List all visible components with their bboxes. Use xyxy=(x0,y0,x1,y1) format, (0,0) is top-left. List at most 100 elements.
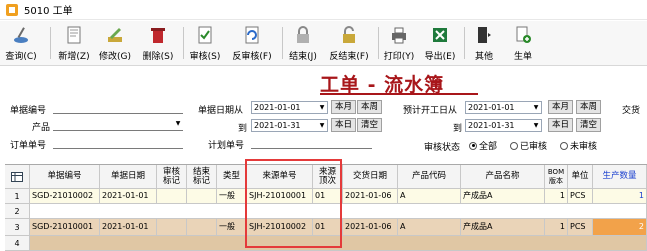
row-number[interactable]: 2 xyxy=(5,204,30,219)
row-number[interactable]: 3 xyxy=(5,219,30,236)
col-header-qty[interactable]: 生产数量 xyxy=(593,165,647,189)
table-cell[interactable] xyxy=(157,219,187,236)
table-cell[interactable] xyxy=(187,219,217,236)
query-icon xyxy=(14,27,28,43)
radio-selected-icon xyxy=(469,141,477,150)
audit-status-label: 审核状态 xyxy=(424,143,461,153)
close-order-button[interactable]: 结束(J) xyxy=(286,23,320,63)
doc-date-clear-button[interactable]: 清空 xyxy=(357,118,383,132)
toolbar-separator xyxy=(50,27,51,59)
approve-button[interactable]: 审核(S) xyxy=(188,23,222,63)
grid-corner[interactable] xyxy=(5,165,30,189)
doc-date-this-month-button[interactable]: 本月 xyxy=(331,100,357,114)
chevron-down-icon: ▼ xyxy=(317,120,327,131)
table-cell[interactable]: SGD-21010001 xyxy=(30,219,100,236)
table-cell[interactable]: SGD-21010002 xyxy=(30,189,100,204)
doc-no-label: 单据编号 xyxy=(10,106,47,116)
table-cell[interactable]: 2021-01-01 xyxy=(100,189,157,204)
doc-date-this-week-button[interactable]: 本周 xyxy=(357,100,383,114)
edit-button[interactable]: 修改(G) xyxy=(98,23,132,63)
toolbar-separator xyxy=(378,27,379,59)
col-header-unit[interactable]: 单位 xyxy=(568,165,593,189)
table-cell[interactable]: A xyxy=(398,219,461,236)
window-titlebar: 5010 工单 xyxy=(0,0,647,20)
row-number[interactable]: 4 xyxy=(5,236,30,251)
excel-icon xyxy=(433,28,447,42)
chevron-down-icon: ▼ xyxy=(531,102,541,113)
table-cell[interactable]: 一般 xyxy=(217,219,247,236)
planned-start-from-label: 预计开工日从 xyxy=(403,106,458,116)
col-header-product-code[interactable]: 产品代码 xyxy=(398,165,461,189)
table-cell[interactable]: 2021-01-06 xyxy=(343,219,398,236)
audit-all-radio[interactable]: 全部 xyxy=(469,139,497,152)
product-label: 产品 xyxy=(32,123,51,133)
toolbar-separator xyxy=(464,27,465,59)
delete-button[interactable]: 删除(S) xyxy=(141,23,175,63)
planned-start-today-button[interactable]: 本日 xyxy=(548,118,574,132)
printer-icon xyxy=(392,27,406,44)
product-input[interactable]: ▼ xyxy=(53,118,183,131)
other-button[interactable]: 其他 xyxy=(469,23,499,63)
table-cell[interactable]: 1 xyxy=(593,189,647,204)
radio-icon xyxy=(560,141,568,150)
generate-icon xyxy=(516,26,531,43)
doc-date-from-input[interactable]: 2021-01-01 ▼ xyxy=(251,101,328,114)
table-cell[interactable]: PCS xyxy=(568,219,593,236)
window-title: 5010 工单 xyxy=(24,6,73,17)
new-button[interactable]: 新增(Z) xyxy=(57,23,91,63)
col-header-delivery-date[interactable]: 交货日期 xyxy=(343,165,398,189)
audit-unapproved-radio[interactable]: 未审核 xyxy=(560,139,597,152)
table-cell[interactable]: 1 xyxy=(545,189,568,204)
delivery-label: 交货 xyxy=(622,106,641,116)
generate-button[interactable]: 生单 xyxy=(506,23,540,63)
audit-approved-radio[interactable]: 已审核 xyxy=(510,139,547,152)
radio-icon xyxy=(510,141,518,150)
planned-start-this-week-button[interactable]: 本周 xyxy=(576,100,602,114)
col-header-doc-date[interactable]: 单据日期 xyxy=(100,165,157,189)
edit-icon xyxy=(108,28,122,42)
planned-start-from-input[interactable]: 2021-01-01 ▼ xyxy=(465,101,542,114)
doc-date-to-label: 到 xyxy=(238,124,248,134)
planned-start-to-input[interactable]: 2021-01-31 ▼ xyxy=(465,119,542,132)
lock-icon xyxy=(297,26,309,43)
highlight-box xyxy=(245,159,342,248)
doc-date-from-label: 单据日期从 xyxy=(198,106,244,116)
doc-no-input[interactable] xyxy=(53,101,183,114)
plan-no-input[interactable] xyxy=(251,136,372,149)
table-cell[interactable]: 产成品A xyxy=(461,219,545,236)
row-number[interactable]: 1 xyxy=(5,189,30,204)
table-cell[interactable]: 产成品A xyxy=(461,189,545,204)
col-header-doc-no[interactable]: 单据编号 xyxy=(30,165,100,189)
table-cell[interactable] xyxy=(187,189,217,204)
table-cell[interactable]: 1 xyxy=(545,219,568,236)
table-cell[interactable]: A xyxy=(398,189,461,204)
order-no-input[interactable] xyxy=(53,136,183,149)
query-button[interactable]: 查询(C) xyxy=(4,23,38,63)
app-icon xyxy=(6,3,18,16)
print-button[interactable]: 打印(Y) xyxy=(381,23,417,63)
table-cell[interactable]: 2021-01-06 xyxy=(343,189,398,204)
planned-start-to-label: 到 xyxy=(453,124,463,134)
approve-icon xyxy=(198,26,212,44)
reopen-order-button[interactable]: 反结束(F) xyxy=(326,23,372,63)
col-header-product-name[interactable]: 产品名称 xyxy=(461,165,545,189)
chevron-down-icon: ▼ xyxy=(317,102,327,113)
page-title-underline xyxy=(320,93,478,95)
planned-start-this-month-button[interactable]: 本月 xyxy=(548,100,574,114)
col-header-audit-flag[interactable]: 审核标记 xyxy=(157,165,187,189)
table-cell[interactable]: 2021-01-01 xyxy=(100,219,157,236)
col-header-type[interactable]: 类型 xyxy=(217,165,247,189)
table-cell-selected[interactable]: 2 xyxy=(593,219,647,236)
unapprove-button[interactable]: 反审核(F) xyxy=(228,23,276,63)
table-cell[interactable] xyxy=(157,189,187,204)
table-cell[interactable]: 一般 xyxy=(217,189,247,204)
chevron-down-icon: ▼ xyxy=(531,120,541,131)
col-header-close-flag[interactable]: 结束标记 xyxy=(187,165,217,189)
col-header-bom-version[interactable]: BOM版本 xyxy=(545,165,568,189)
doc-date-to-input[interactable]: 2021-01-31 ▼ xyxy=(251,119,328,132)
table-cell[interactable]: PCS xyxy=(568,189,593,204)
export-button[interactable]: 导出(E) xyxy=(422,23,458,63)
planned-start-clear-button[interactable]: 清空 xyxy=(576,118,602,132)
doc-date-today-button[interactable]: 本日 xyxy=(331,118,357,132)
delete-icon xyxy=(151,28,165,43)
